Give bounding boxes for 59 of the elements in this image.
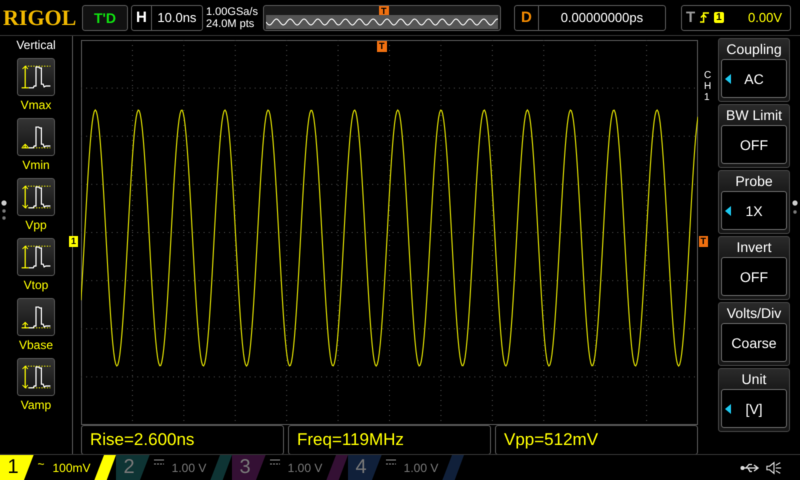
measure-button[interactable]: Vbase [17,298,55,352]
measure-button[interactable]: Vmax [17,58,55,112]
channel-marker[interactable]: 1 [69,236,78,247]
dc-coupling-icon [386,459,396,465]
measure-button[interactable]: Vtop [17,238,55,292]
menu-item-value: OFF [721,125,787,164]
page-dots-icon [792,200,798,216]
menu-item-title: Volts/Div [726,304,782,323]
dc-coupling-icon [154,459,164,465]
menu-item-title: Coupling [725,40,783,59]
speaker-icon [766,460,782,474]
menu-item-title: Unit [740,370,768,389]
menu-item-value: [V] [721,389,787,428]
channel-tab[interactable]: 4 1.00 V [348,455,464,480]
trigger-source: 1 [714,12,724,23]
measurement-icon [17,58,55,96]
menu-item-title: Invert [735,238,772,257]
channel-tab[interactable]: 1 ~ 100mV [0,455,116,480]
trigger-level-marker[interactable]: T [698,236,708,247]
menu-item[interactable]: Invert OFF [718,236,790,300]
sample-rate: 1.00GSa/s [206,6,259,18]
trigger-position-marker[interactable]: T [377,41,386,52]
horizontal-label: H [135,9,148,26]
measurement-icon [17,358,55,396]
measurement-icon [17,238,55,276]
measurement-icon [17,298,55,336]
menu-item-value: AC [721,59,787,98]
trigger-label: T [686,9,696,26]
measure-button[interactable]: Vpp [17,178,55,232]
channel-tab[interactable]: 2 1.00 V [116,455,232,480]
memory-depth: 24.0M pts [206,18,256,30]
measure-button[interactable]: Vamp [17,358,55,412]
measurement-icon [17,178,55,216]
trigger-level: 0.00V [748,10,783,25]
menu-item[interactable]: Unit [V] [718,368,790,432]
delay-label: D [520,9,533,26]
menu-item-title: BW Limit [725,106,783,125]
delay-value: 0.00000000ps [538,6,665,30]
logo: RIGOL [3,4,78,30]
menu-item-value: 1X [721,191,787,230]
trigger-position-marker: T [379,6,388,16]
channel-tab[interactable]: 3 1.00 V [232,455,348,480]
channel-label: CH1 [704,70,712,103]
menu-item-title: Probe [734,172,774,191]
menu-item[interactable]: Probe 1X [718,170,790,234]
menu-item-value: OFF [721,257,787,296]
menu-item[interactable]: Coupling AC [718,38,790,102]
dc-coupling-icon [270,459,280,465]
usb-icon [740,462,760,472]
measure-button[interactable]: Vmin [17,118,55,172]
run-status: T'D [82,4,128,30]
measurement-icon [17,118,55,156]
menu-title: Vertical [16,38,56,52]
rising-edge-icon [700,11,710,24]
timebase-value: 10.0ns [150,6,202,30]
page-dots-icon [1,200,7,222]
menu-item-value: Coarse [721,323,787,362]
menu-item[interactable]: Volts/Div Coarse [718,302,790,366]
menu-item[interactable]: BW Limit OFF [718,104,790,168]
